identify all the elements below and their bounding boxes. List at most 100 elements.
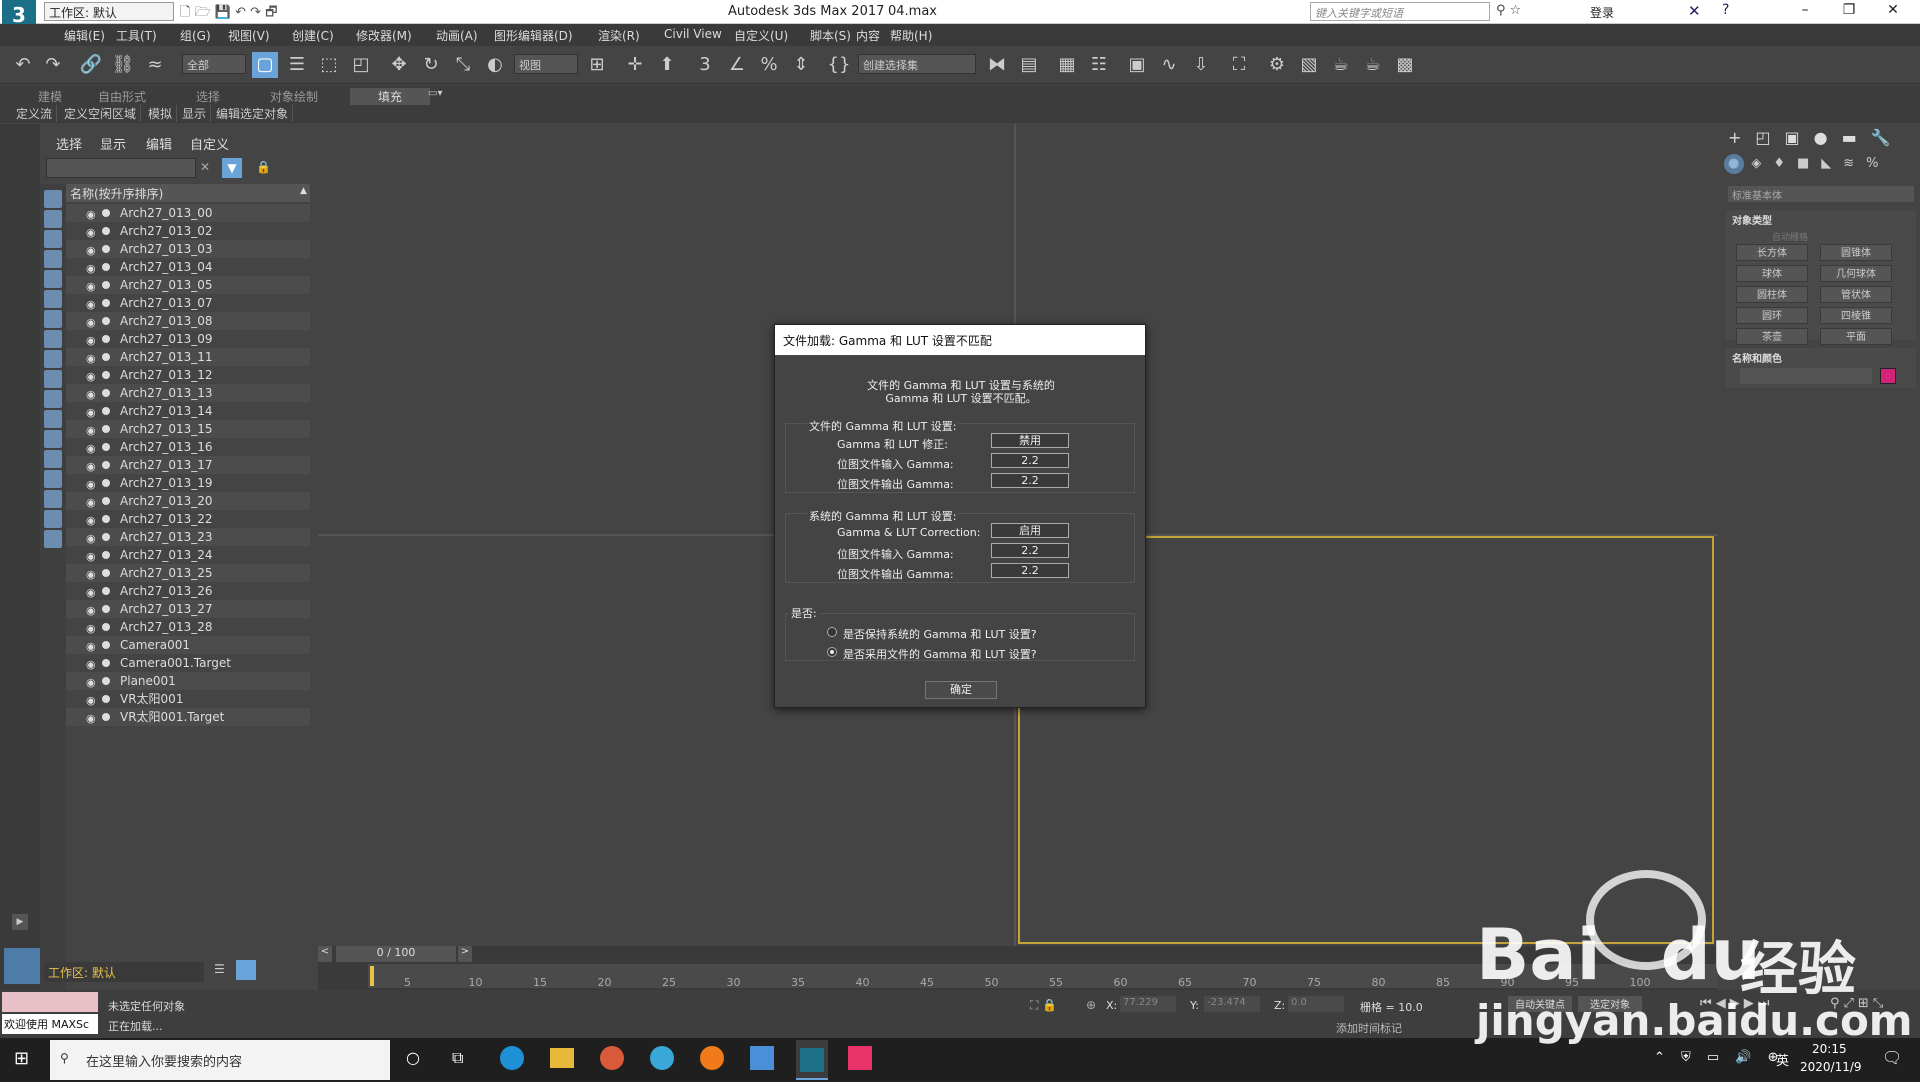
time-slider[interactable]: 0 / 100 (336, 946, 456, 962)
list-item[interactable]: ◉ Plane001 (66, 672, 310, 690)
time-cursor[interactable] (370, 966, 374, 986)
primitive-button[interactable]: 圆锥体 (1820, 244, 1892, 261)
rollout-title[interactable]: 名称和颜色 (1732, 350, 1782, 365)
selection-filter-dropdown[interactable]: 全部 (182, 54, 246, 74)
isolate-icon[interactable]: ⛶ 🔒 (1030, 998, 1057, 1013)
rotate-icon[interactable]: ↻ (418, 52, 444, 78)
scene-search-input[interactable] (46, 158, 196, 178)
menu-item-12[interactable]: 内容 (856, 27, 880, 44)
list-item[interactable]: ◉ Arch27_013_11 (66, 348, 310, 366)
keyboard-shortcut-icon[interactable]: ⬆ (654, 52, 680, 78)
column-header-name[interactable]: 名称(按升序排序) (66, 184, 310, 202)
ribbon-button-2[interactable]: 模拟 (144, 105, 178, 122)
schematic-view-icon[interactable]: ⇩ (1188, 52, 1214, 78)
list-item[interactable]: ◉ Camera001.Target (66, 654, 310, 672)
workspace-dropdown[interactable]: 工作区: 默认 (44, 2, 174, 21)
sort-hierarchy-icon[interactable] (236, 960, 256, 980)
display-filter-icon[interactable] (44, 470, 62, 488)
list-item[interactable]: ◉ Arch27_013_07 (66, 294, 310, 312)
ribbon-options-icon[interactable]: ▭▾ (428, 88, 442, 99)
exchange-icon[interactable]: ✕ (1688, 2, 1701, 20)
menu-item-11[interactable]: 脚本(S) (810, 27, 851, 44)
primitive-button[interactable]: 圆环 (1736, 307, 1808, 324)
geometry-icon[interactable] (1724, 154, 1744, 174)
quick-access-icons[interactable]: 🗋 🗁 💾 ↶ ↷ 🗗 (180, 3, 277, 25)
list-item[interactable]: ◉ Arch27_013_03 (66, 240, 310, 258)
expand-arrow-icon[interactable]: ▶ (12, 914, 28, 930)
scene-explorer-icon[interactable]: ▦ (1054, 52, 1080, 78)
ribbon-tab-1[interactable]: 自由形式 (98, 88, 146, 105)
ribbon-tab-0[interactable]: 建模 (38, 88, 62, 105)
z-coordinate[interactable]: 0.0 (1288, 996, 1344, 1012)
window-crossing-icon[interactable]: ◰ (348, 52, 374, 78)
menu-item-5[interactable]: 修改器(M) (356, 27, 412, 44)
list-item[interactable]: ◉ Arch27_013_22 (66, 510, 310, 528)
display-filter-icon[interactable] (44, 370, 62, 388)
dialog-title[interactable]: 文件加载: Gamma 和 LUT 设置不匹配 (775, 325, 1145, 355)
ribbon-toggle-icon[interactable]: ▣ (1124, 52, 1150, 78)
display-filter-icon[interactable] (44, 390, 62, 408)
primitive-button[interactable]: 球体 (1736, 265, 1808, 282)
list-item[interactable]: ◉ Arch27_013_09 (66, 330, 310, 348)
select-by-name-icon[interactable]: ☰ (284, 52, 310, 78)
layer-icon[interactable]: ☰ (214, 962, 225, 976)
list-item[interactable]: ◉ Arch27_013_14 (66, 402, 310, 420)
ime-indicator[interactable]: 英 (1776, 1050, 1789, 1069)
app-icon-2[interactable] (650, 1046, 674, 1070)
menu-item-0[interactable]: 编辑(E) (64, 27, 105, 44)
list-item[interactable]: ◉ Arch27_013_28 (66, 618, 310, 636)
snap-toggle-icon[interactable]: 3 (692, 52, 718, 78)
next-frame-icon[interactable]: > (458, 946, 472, 962)
autogrid-checkbox[interactable]: 自动栅格 (1772, 230, 1808, 243)
display-filter-icon[interactable] (44, 330, 62, 348)
list-item[interactable]: ◉ Arch27_013_19 (66, 474, 310, 492)
help-icon[interactable]: ? (1722, 2, 1729, 18)
menu-item-7[interactable]: 图形编辑器(D) (494, 27, 573, 44)
keep-system-label[interactable]: 是否保持系统的 Gamma 和 LUT 设置? (843, 626, 1037, 642)
search-icons[interactable]: ⚲ ☆ (1496, 3, 1521, 18)
transform-mode-icon[interactable]: ⊕ (1086, 998, 1096, 1012)
list-item[interactable]: ◉ VR太阳001 (66, 690, 310, 708)
pivot-icon[interactable]: ⊞ (584, 52, 610, 78)
angle-snap-icon[interactable]: ∠ (724, 52, 750, 78)
primitive-button[interactable]: 平面 (1820, 328, 1892, 345)
sort-asc-icon[interactable]: ▲ (300, 186, 307, 196)
list-item[interactable]: ◉ Arch27_013_15 (66, 420, 310, 438)
display-filter-icon[interactable] (44, 250, 62, 268)
align-icon[interactable]: ▤ (1016, 52, 1042, 78)
primitive-button[interactable]: 管状体 (1820, 286, 1892, 303)
object-color-swatch[interactable] (1880, 368, 1896, 384)
list-item[interactable]: ◉ Arch27_013_02 (66, 222, 310, 240)
search-input[interactable]: 键入关键字或短语 (1310, 2, 1490, 21)
list-item[interactable]: ◉ Arch27_013_23 (66, 528, 310, 546)
list-item[interactable]: ◉ Arch27_013_17 (66, 456, 310, 474)
select-object-icon[interactable]: ▢ (252, 52, 278, 78)
display-filter-icon[interactable] (44, 490, 62, 508)
taskbar-search[interactable]: 在这里输入你要搜索的内容 (50, 1040, 390, 1080)
x-coordinate[interactable]: 77.229 (1120, 996, 1176, 1012)
minimize-icon[interactable]: – (1786, 2, 1824, 18)
display-filter-icon[interactable] (44, 350, 62, 368)
login-button[interactable]: 登录 (1590, 4, 1614, 21)
clock-date[interactable]: 2020/11/9 (1800, 1060, 1862, 1074)
unlink-icon[interactable]: ⛓ (110, 52, 136, 78)
redo-icon[interactable]: ↷ (40, 52, 66, 78)
menu-item-6[interactable]: 动画(A) (436, 27, 478, 44)
primitive-type-dropdown[interactable]: 标准基本体 (1728, 186, 1914, 202)
keep-system-radio[interactable] (827, 627, 837, 637)
list-item[interactable]: ◉ VR太阳001.Target (66, 708, 310, 726)
maxscript-listener[interactable] (2, 992, 98, 1012)
adopt-file-radio[interactable] (827, 647, 837, 657)
object-name-input[interactable] (1740, 368, 1872, 384)
cortana-icon[interactable]: ○ (406, 1048, 420, 1067)
tab-edit[interactable]: 编辑 (146, 134, 172, 153)
render-setup-icon[interactable]: ⚙ (1264, 52, 1290, 78)
list-item[interactable]: ◉ Arch27_013_25 (66, 564, 310, 582)
adopt-file-label[interactable]: 是否采用文件的 Gamma 和 LUT 设置? (843, 646, 1037, 662)
menu-item-1[interactable]: 工具(T) (116, 27, 157, 44)
spinner-snap-icon[interactable]: ⇕ (788, 52, 814, 78)
curve-editor-icon[interactable]: ∿ (1156, 52, 1182, 78)
primitive-button[interactable]: 茶壶 (1736, 328, 1808, 345)
mirror-icon[interactable]: ⧓ (984, 52, 1010, 78)
app-icon-4[interactable] (848, 1046, 872, 1070)
